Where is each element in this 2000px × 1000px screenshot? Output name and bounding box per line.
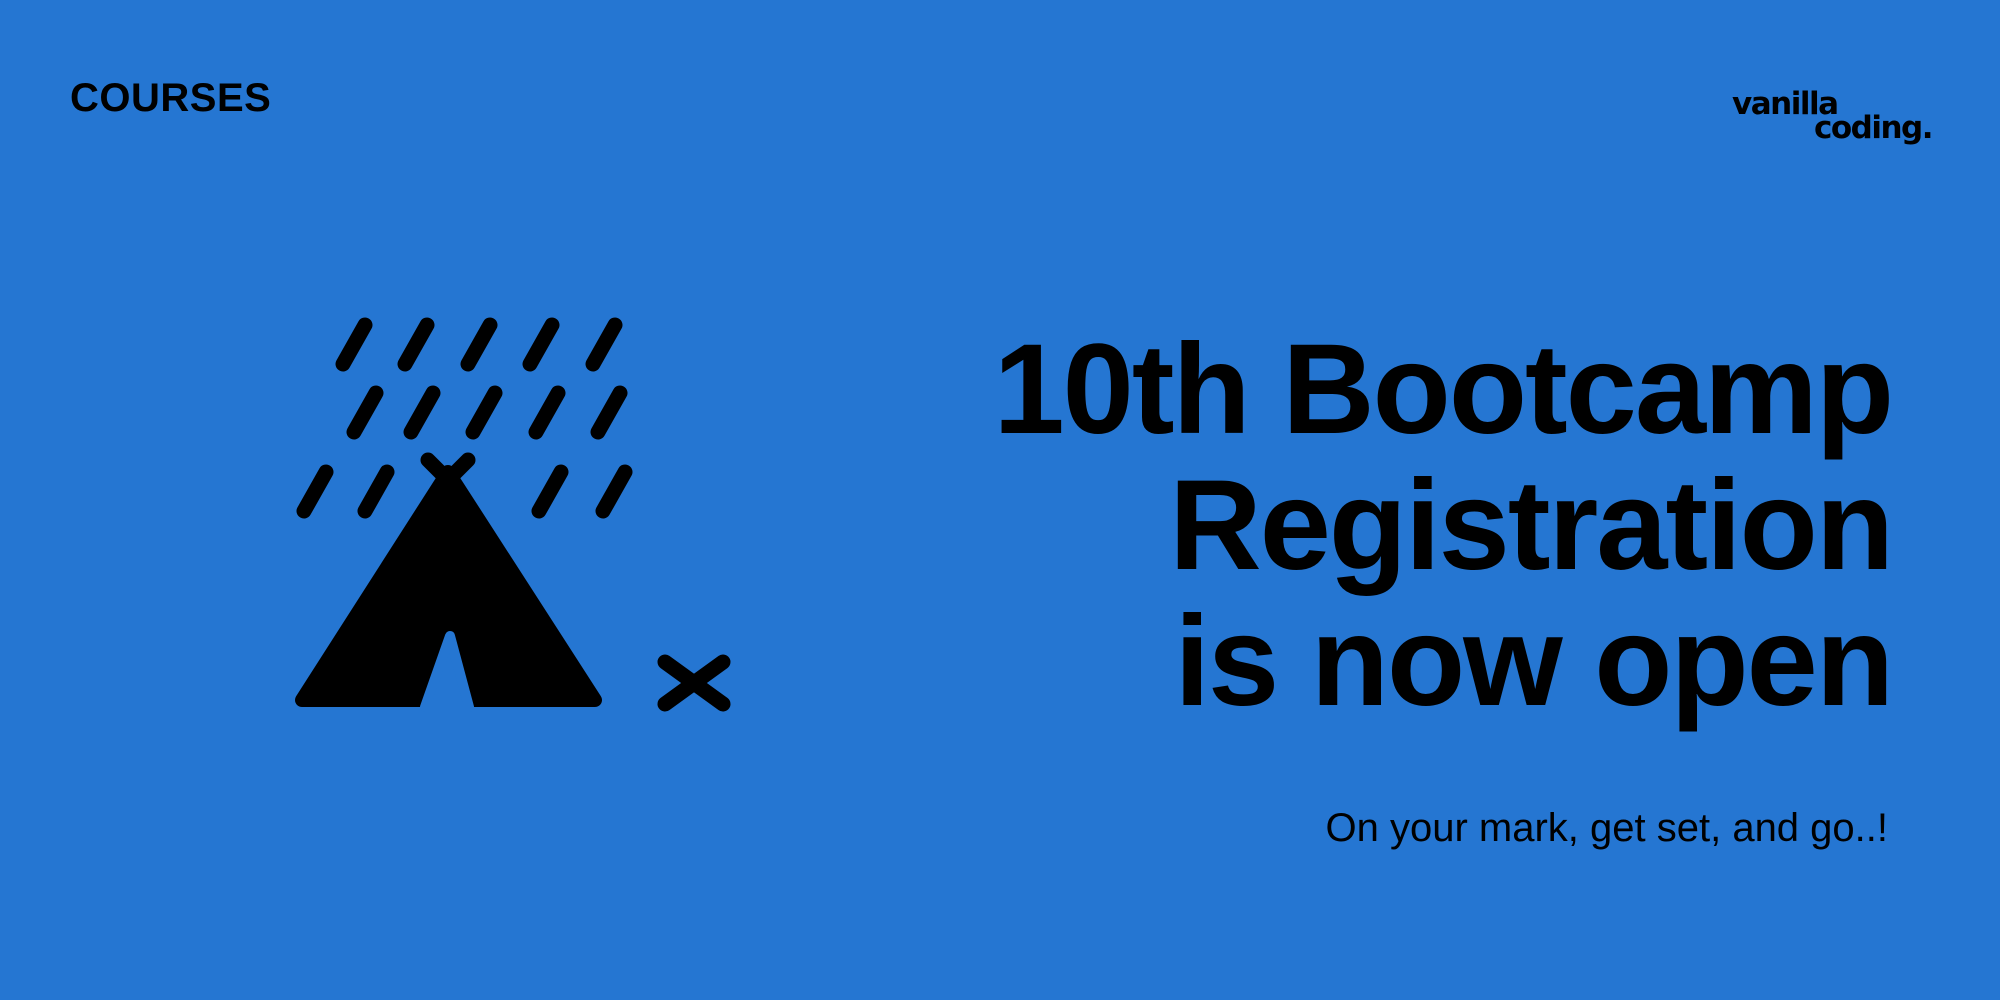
banner: COURSES vanilla coding. 10th Bootcamp Re…	[0, 0, 2000, 1000]
brand-logo: vanilla coding.	[1732, 88, 1934, 154]
camp-illustration	[295, 317, 731, 712]
headline-line3: is now open	[1174, 590, 1894, 733]
tagline: On your mark, get set, and go..!	[1325, 806, 1889, 850]
headline: 10th Bootcamp Registration is now open	[792, 318, 1894, 733]
headline-line1: 10th Bootcamp	[993, 318, 1894, 461]
brand-logo-line2: coding.	[1813, 110, 1934, 146]
category-label: COURSES	[70, 76, 272, 120]
cross-mark-icon	[657, 654, 731, 712]
rain-icon	[296, 317, 633, 519]
headline-line2: Registration	[1169, 454, 1894, 597]
